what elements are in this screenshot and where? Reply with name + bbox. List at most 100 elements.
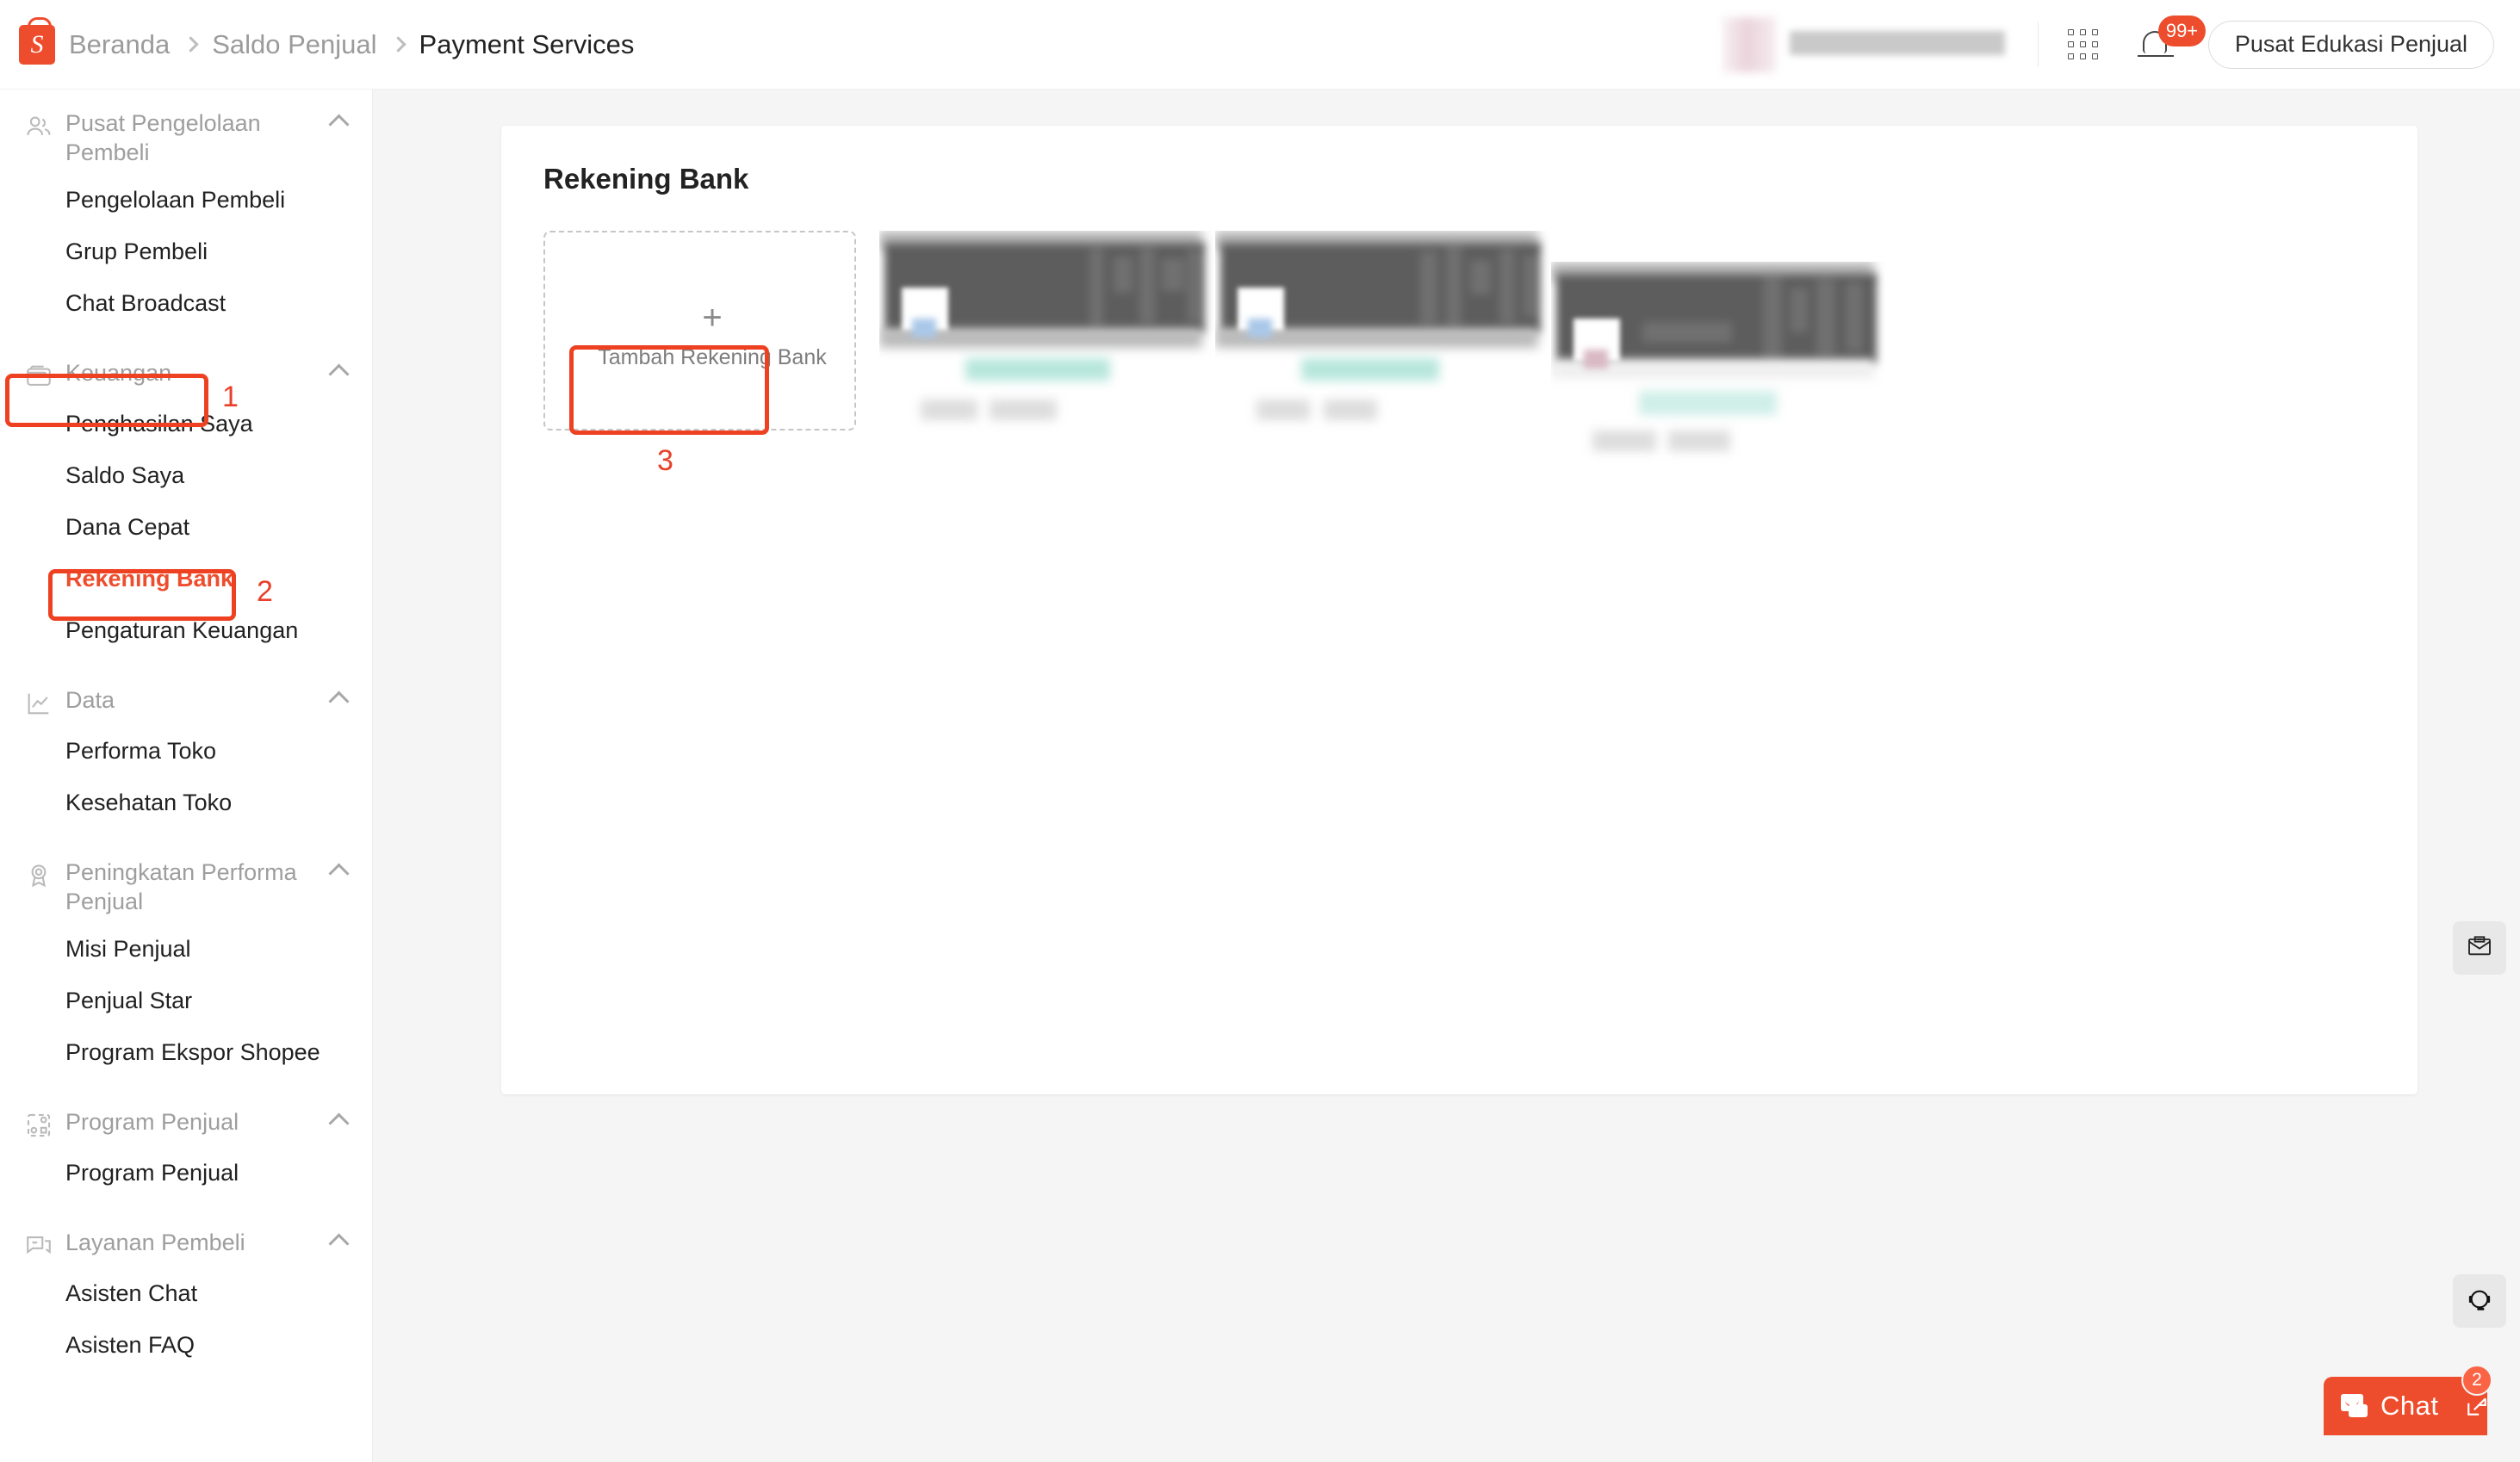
sidebar-group-header-keuangan[interactable]: Keuangan [0, 351, 372, 398]
sidebar-group-header-program-penjual[interactable]: Program Penjual [0, 1100, 372, 1147]
chevron-up-icon[interactable] [328, 691, 349, 711]
sidebar-group-header-pembeli[interactable]: Pusat Pengelolaan Pembeli [0, 102, 372, 174]
education-center-button[interactable]: Pusat Edukasi Penjual [2208, 21, 2494, 69]
sidebar-group-label: Program Penjual [65, 1107, 239, 1137]
card-line-2-redacted [1324, 400, 1377, 420]
bank-logo-accent-redacted [912, 319, 936, 338]
user-name-redacted [1790, 31, 2005, 55]
sidebar-item-penghasilan-saya[interactable]: Penghasilan Saya [0, 398, 372, 449]
chevron-up-icon[interactable] [328, 363, 349, 384]
sidebar-item-performa-toko[interactable]: Performa Toko [0, 725, 372, 777]
sidebar-item-program-ekspor-shopee[interactable]: Program Ekspor Shopee [0, 1026, 372, 1078]
expand-arrow-icon[interactable] [2466, 1395, 2488, 1417]
users-icon [24, 112, 55, 141]
spacer [0, 1078, 372, 1100]
breadcrumb-item-saldo[interactable]: Saldo Penjual [212, 29, 376, 60]
top-header: S Beranda Saldo Penjual Payment Services… [0, 0, 2520, 90]
feedback-button[interactable] [2453, 921, 2506, 975]
card-line-1-redacted [921, 400, 978, 420]
bank-card-cell [1215, 231, 1551, 472]
bank-account-grid: + Tambah Rekening Bank [543, 231, 2369, 503]
chevron-up-icon[interactable] [328, 114, 349, 134]
sidebar-item-rekening-bank[interactable]: Rekening Bank [0, 553, 372, 604]
card-line-2-redacted [990, 400, 1057, 420]
sidebar-item-misi-penjual[interactable]: Misi Penjual [0, 923, 372, 975]
nav-group-peningkatan: Peningkatan Performa Penjual Misi Penjua… [0, 851, 372, 1078]
bank-account-card[interactable] [1551, 262, 1887, 473]
bank-card-cell [879, 231, 1215, 472]
chevron-up-icon[interactable] [328, 1112, 349, 1133]
rekening-bank-panel: Rekening Bank + Tambah Rekening Bank [501, 126, 2418, 1094]
sidebar-group-label: Peningkatan Performa Penjual [65, 858, 298, 916]
sidebar-item-saldo-saya[interactable]: Saldo Saya [0, 449, 372, 501]
sidebar-item-penjual-star[interactable]: Penjual Star [0, 975, 372, 1026]
card-status-redacted [965, 358, 1110, 381]
breadcrumb-item-current: Payment Services [419, 29, 635, 60]
notification-bell-icon[interactable]: 99+ [2139, 22, 2177, 67]
chat-bubble-icon [24, 1231, 55, 1261]
shopee-logo-icon[interactable]: S [19, 25, 55, 65]
chevron-up-icon[interactable] [328, 1233, 349, 1254]
sidebar-item-pengaturan-keuangan[interactable]: Pengaturan Keuangan [0, 604, 372, 656]
nav-group-layanan-pembeli: Layanan Pembeli Asisten Chat Asisten FAQ [0, 1221, 372, 1371]
sidebar-item-kesehatan-toko[interactable]: Kesehatan Toko [0, 777, 372, 828]
breadcrumb-item-home[interactable]: Beranda [69, 29, 170, 60]
add-account-cell: + Tambah Rekening Bank [543, 231, 879, 472]
plus-icon: + [702, 302, 722, 333]
app-root: S Beranda Saldo Penjual Payment Services… [0, 0, 2520, 1462]
sidebar-item-chat-broadcast[interactable]: Chat Broadcast [0, 277, 372, 329]
card-status-redacted [1639, 391, 1777, 415]
card-line-1-redacted [1257, 400, 1310, 420]
app-grid-icon[interactable] [2068, 29, 2098, 59]
header-divider [2038, 22, 2039, 67]
sidebar-group-label: Layanan Pembeli [65, 1228, 245, 1257]
mail-envelope-icon [2466, 932, 2493, 964]
nav-group-program-penjual: Program Penjual Program Penjual [0, 1100, 372, 1199]
add-bank-account-label: Tambah Rekening Bank [598, 345, 826, 370]
sidebar-item-pengelolaan-pembeli[interactable]: Pengelolaan Pembeli [0, 174, 372, 226]
page-title: Rekening Bank [543, 163, 748, 195]
sidebar-group-header-peningkatan[interactable]: Peningkatan Performa Penjual [0, 851, 372, 923]
badge-icon [24, 861, 55, 890]
headset-support-icon [2466, 1285, 2493, 1317]
wallet-icon [24, 362, 55, 391]
header-actions: 99+ Pusat Edukasi Penjual [1722, 0, 2520, 89]
add-bank-account-button[interactable]: + Tambah Rekening Bank [616, 294, 809, 377]
spacer [0, 828, 372, 851]
user-account[interactable] [1722, 17, 2015, 72]
sidebar-group-label: Data [65, 685, 115, 715]
chevron-right-icon [390, 36, 406, 52]
chat-label: Chat [2380, 1391, 2438, 1422]
bank-logo-accent-redacted [1584, 350, 1608, 369]
sidebar-item-program-penjual[interactable]: Program Penjual [0, 1147, 372, 1199]
main-content: Rekening Bank + Tambah Rekening Bank [373, 90, 2520, 1462]
chat-icon [2341, 1394, 2370, 1418]
chevron-right-icon [183, 36, 199, 52]
sidebar-group-header-layanan[interactable]: Layanan Pembeli [0, 1221, 372, 1267]
shopee-logo-letter: S [19, 25, 55, 65]
spacer [0, 656, 372, 678]
bank-account-card[interactable] [879, 231, 1215, 442]
chart-line-icon [24, 689, 55, 718]
bank-account-card[interactable] [1215, 231, 1551, 442]
card-line-2-redacted [1668, 431, 1730, 451]
card-status-redacted [1301, 358, 1439, 381]
support-button[interactable] [2453, 1274, 2506, 1328]
chat-widget[interactable]: Chat 2 [2324, 1377, 2487, 1435]
breadcrumb: Beranda Saldo Penjual Payment Services [69, 29, 634, 60]
notification-badge: 99+ [2158, 15, 2206, 46]
add-account-card: + Tambah Rekening Bank [543, 231, 856, 431]
nav-group-data: Data Performa Toko Kesehatan Toko [0, 678, 372, 828]
sidebar-item-dana-cepat[interactable]: Dana Cepat [0, 501, 372, 553]
nav-group-keuangan: Keuangan Penghasilan Saya Saldo Saya Dan… [0, 351, 372, 656]
spacer [0, 1199, 372, 1221]
sidebar-item-asisten-chat[interactable]: Asisten Chat [0, 1267, 372, 1319]
sidebar-item-grup-pembeli[interactable]: Grup Pembeli [0, 226, 372, 277]
card-line-1-redacted [1592, 431, 1656, 451]
sidebar-group-header-data[interactable]: Data [0, 678, 372, 725]
spacer [0, 329, 372, 351]
sidebar-group-label: Keuangan [65, 358, 171, 387]
bank-logo-accent-redacted [1248, 319, 1272, 338]
chevron-up-icon[interactable] [328, 863, 349, 883]
sidebar-item-asisten-faq[interactable]: Asisten FAQ [0, 1319, 372, 1371]
